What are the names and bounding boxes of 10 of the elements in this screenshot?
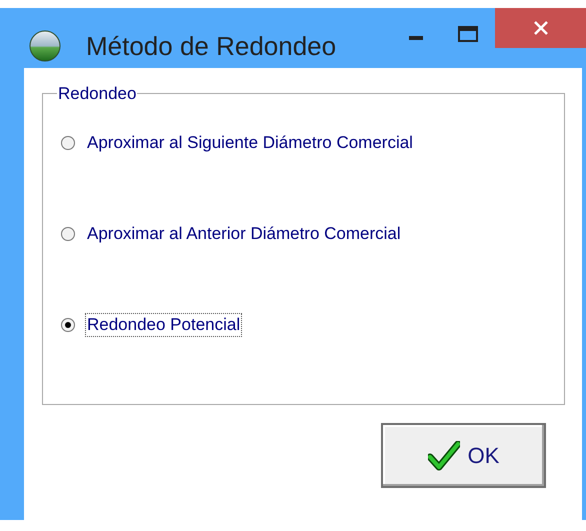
close-icon	[534, 21, 548, 35]
radio-option[interactable]: Aproximar al Anterior Diámetro Comercial	[61, 222, 403, 246]
maximize-icon	[458, 26, 478, 42]
window-title: Método de Redondeo	[86, 30, 336, 62]
minimize-icon	[409, 36, 423, 40]
ok-button[interactable]: OK	[381, 423, 546, 488]
globe-icon	[29, 30, 61, 62]
check-icon	[428, 440, 460, 470]
radio-option[interactable]: Aproximar al Siguiente Diámetro Comercial	[61, 131, 415, 156]
close-button[interactable]	[495, 8, 586, 48]
